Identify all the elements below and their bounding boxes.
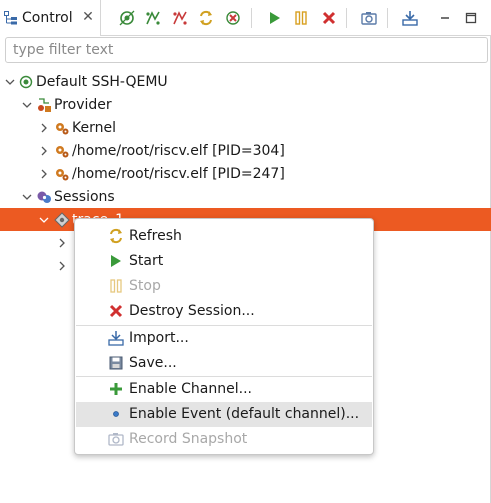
control-view: Control ✕ type filter text Default SSH-Q… xyxy=(0,0,491,503)
chevron-down-icon[interactable] xyxy=(21,191,33,203)
menu-item-destroy-session[interactable]: Destroy Session... xyxy=(76,299,372,324)
snapshot-icon[interactable] xyxy=(359,8,379,28)
menu-item-enable-event[interactable]: Enable Event (default channel)... xyxy=(76,402,372,427)
process-gears-icon xyxy=(54,143,70,159)
chevron-right-icon[interactable] xyxy=(56,237,68,249)
toolbar-separator xyxy=(251,8,252,28)
tree-item-label: /home/root/riscv.elf [PID=247] xyxy=(72,165,285,182)
tree-item-ust-process[interactable]: /home/root/riscv.elf [PID=247] xyxy=(0,162,491,185)
chevron-right-icon[interactable] xyxy=(38,168,50,180)
chevron-right-icon[interactable] xyxy=(38,122,50,134)
save-icon xyxy=(108,355,124,371)
tree-item-label: Kernel xyxy=(72,119,116,136)
destroy-session-icon[interactable] xyxy=(319,8,339,28)
start-icon xyxy=(108,253,124,269)
chevron-down-icon[interactable] xyxy=(38,214,50,226)
menu-item-label: Enable Channel... xyxy=(129,381,252,397)
menu-item-label: Start xyxy=(129,253,164,269)
minimize-icon[interactable] xyxy=(435,8,455,28)
tree-item-label: Provider xyxy=(54,96,112,113)
disable-icon[interactable] xyxy=(170,8,190,28)
tab-label: Control xyxy=(22,10,73,26)
view-header: Control ✕ xyxy=(0,0,491,36)
menu-item-stop[interactable]: Stop xyxy=(76,274,372,299)
menu-item-save[interactable]: Save... xyxy=(76,351,372,376)
close-icon[interactable]: ✕ xyxy=(80,9,96,25)
enable-icon[interactable] xyxy=(143,8,163,28)
chevron-down-icon[interactable] xyxy=(4,76,16,88)
maximize-icon[interactable] xyxy=(461,8,481,28)
start-icon[interactable] xyxy=(264,8,284,28)
chevron-right-icon[interactable] xyxy=(38,145,50,157)
menu-item-refresh[interactable]: Refresh xyxy=(76,224,372,249)
menu-item-label: Record Snapshot xyxy=(129,431,248,447)
add-icon xyxy=(108,381,124,397)
event-icon xyxy=(108,406,124,422)
snapshot-icon xyxy=(108,431,124,447)
stop-icon[interactable] xyxy=(291,8,311,28)
menu-item-import[interactable]: Import... xyxy=(76,326,372,351)
chevron-right-icon[interactable] xyxy=(56,260,68,272)
tree-item-ust-process[interactable]: /home/root/riscv.elf [PID=304] xyxy=(0,139,491,162)
import-icon xyxy=(108,330,124,346)
provider-icon xyxy=(36,97,52,113)
tree-item-label: /home/root/riscv.elf [PID=304] xyxy=(72,142,285,159)
menu-item-label: Refresh xyxy=(129,228,182,244)
kernel-gears-icon xyxy=(54,120,70,136)
filter-input[interactable] xyxy=(5,37,488,63)
toolbar-separator xyxy=(387,8,388,28)
chevron-down-icon[interactable] xyxy=(21,99,33,111)
menu-item-record-snapshot[interactable]: Record Snapshot xyxy=(76,427,372,452)
context-menu: Refresh Start Stop Destroy Session... Im… xyxy=(74,218,374,455)
menu-item-start[interactable]: Start xyxy=(76,249,372,274)
menu-item-label: Stop xyxy=(129,278,161,294)
tree-item-label: Default SSH-QEMU xyxy=(36,73,168,90)
tree-item-root[interactable]: Default SSH-QEMU xyxy=(0,70,491,93)
menu-item-label: Save... xyxy=(129,355,177,371)
menu-item-label: Enable Event (default channel)... xyxy=(129,406,360,422)
destroy-icon[interactable] xyxy=(223,8,243,28)
menu-item-label: Import... xyxy=(129,330,189,346)
menu-item-enable-channel[interactable]: Enable Channel... xyxy=(76,377,372,402)
target-node-icon xyxy=(18,74,34,90)
tree-item-label: Sessions xyxy=(54,188,115,205)
tree-item-kernel[interactable]: Kernel xyxy=(0,116,491,139)
toolbar-separator xyxy=(346,8,347,28)
import-icon[interactable] xyxy=(400,8,420,28)
tab-control[interactable]: Control ✕ xyxy=(0,0,101,36)
refresh-icon[interactable] xyxy=(196,8,216,28)
refresh-icon xyxy=(108,228,124,244)
stop-icon xyxy=(108,278,124,294)
process-gears-icon xyxy=(54,166,70,182)
connect-icon[interactable] xyxy=(117,8,137,28)
menu-item-label: Destroy Session... xyxy=(129,303,255,319)
tree-item-sessions[interactable]: Sessions xyxy=(0,185,491,208)
session-icon xyxy=(54,211,70,228)
control-view-icon xyxy=(4,11,18,25)
destroy-icon xyxy=(108,303,124,319)
tree-item-provider[interactable]: Provider xyxy=(0,93,491,116)
sessions-icon xyxy=(36,189,52,205)
